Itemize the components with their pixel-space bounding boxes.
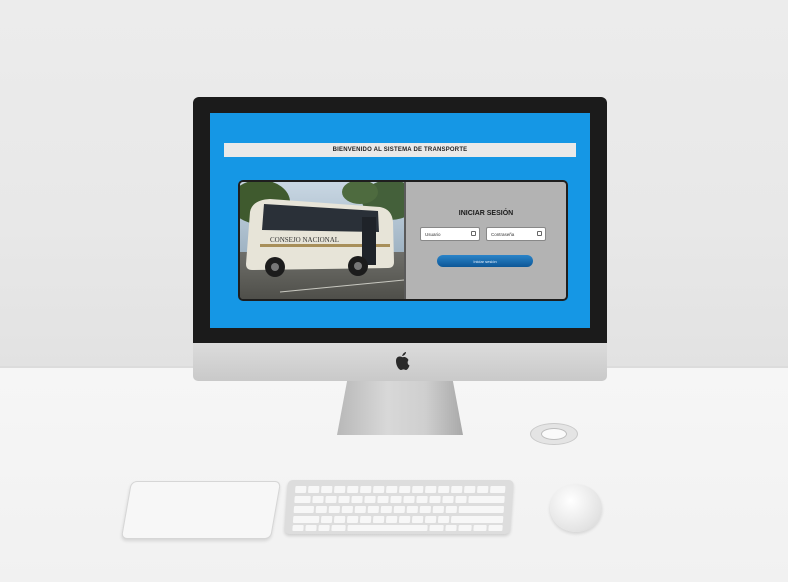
keyboard-keys bbox=[292, 486, 506, 531]
bus-illustration: CONSEJO NACIONAL bbox=[240, 182, 404, 299]
monitor-stand bbox=[337, 381, 463, 435]
page-title: BIENVENIDO AL SISTEMA DE TRANSPORTE bbox=[332, 147, 468, 153]
header-bar: BIENVENIDO AL SISTEMA DE TRANSPORTE bbox=[224, 143, 576, 157]
coaster-center bbox=[541, 428, 567, 440]
app-screen: BIENVENIDO AL SISTEMA DE TRANSPORTE CONS… bbox=[210, 113, 590, 328]
password-placeholder: Contraseña bbox=[491, 232, 515, 237]
username-placeholder: Usuario bbox=[425, 232, 441, 237]
apple-logo-icon bbox=[396, 352, 410, 370]
lock-icon bbox=[537, 231, 542, 236]
speaker-coaster bbox=[530, 423, 578, 445]
keyboard[interactable] bbox=[284, 480, 514, 534]
user-icon bbox=[471, 231, 476, 236]
mouse[interactable] bbox=[550, 484, 602, 532]
login-button[interactable]: Iniciar sesión bbox=[437, 255, 533, 267]
username-field[interactable]: Usuario bbox=[420, 227, 480, 241]
trackpad[interactable] bbox=[120, 481, 282, 539]
login-card: CONSEJO NACIONAL INICIAR SESIÓN Usuario … bbox=[238, 180, 568, 301]
bus-photo: CONSEJO NACIONAL bbox=[240, 182, 404, 299]
password-field[interactable]: Contraseña bbox=[486, 227, 546, 241]
login-heading: INICIAR SESIÓN bbox=[458, 210, 514, 217]
bus-label: CONSEJO NACIONAL bbox=[270, 236, 339, 244]
login-panel: INICIAR SESIÓN Usuario Contraseña Inicia… bbox=[406, 182, 566, 299]
